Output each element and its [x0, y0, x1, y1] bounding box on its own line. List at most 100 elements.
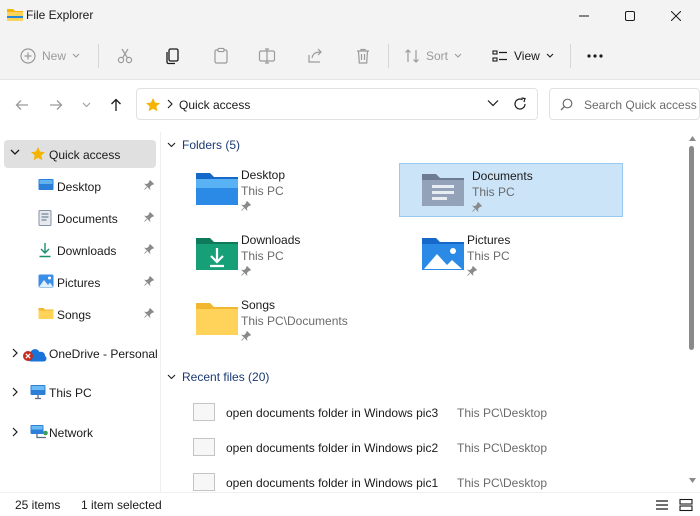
- recent-file-location: This PC\Desktop: [457, 441, 548, 455]
- search-box[interactable]: [549, 88, 700, 120]
- divider: [388, 44, 389, 68]
- clipboard-icon: [214, 47, 228, 64]
- rename-button[interactable]: [258, 42, 276, 70]
- file-explorer-app-icon: [7, 9, 23, 21]
- folder-name: Downloads: [241, 233, 301, 247]
- nav-item-label: Pictures: [57, 276, 101, 290]
- documents-icon: [38, 210, 52, 226]
- nav-item-documents[interactable]: Documents: [4, 204, 156, 232]
- view-button[interactable]: View: [492, 42, 554, 70]
- trash-icon: [357, 48, 369, 64]
- folder-name: Desktop: [241, 168, 286, 182]
- search-input[interactable]: [584, 95, 699, 115]
- breadcrumb-quick-access[interactable]: Quick access: [179, 98, 250, 112]
- cut-button[interactable]: [116, 42, 134, 70]
- maximize-icon: [625, 11, 635, 21]
- new-label: New: [42, 49, 67, 63]
- pin-icon: [241, 266, 251, 276]
- scrollbar-thumb[interactable]: [689, 146, 694, 350]
- copy-icon: [166, 48, 179, 65]
- folder-tile-songs[interactable]: Songs This PC\Documents: [187, 293, 417, 347]
- nav-item-songs[interactable]: Songs: [4, 300, 156, 328]
- nav-item-label: Documents: [57, 212, 118, 226]
- sort-icon: [405, 49, 419, 63]
- recent-file-name: open documents folder in Windows pic2: [226, 441, 439, 455]
- share-button[interactable]: [306, 42, 324, 70]
- pin-icon: [241, 331, 251, 341]
- recent-files-group-header[interactable]: Recent files (20): [167, 370, 269, 384]
- search-icon: [560, 98, 573, 111]
- nav-item-quick-access[interactable]: Quick access: [4, 140, 156, 168]
- pictures-folder-icon: [422, 238, 464, 270]
- chevron-down-icon: [167, 374, 176, 380]
- nav-item-this-pc[interactable]: This PC: [4, 378, 156, 406]
- tiles-view-icon[interactable]: [678, 497, 694, 513]
- nav-item-label: This PC: [49, 386, 92, 400]
- pin-icon: [144, 212, 154, 222]
- recent-file-row[interactable]: open documents folder in Windows pic3 Th…: [187, 398, 657, 428]
- folders-group-header[interactable]: Folders (5): [167, 138, 240, 152]
- chevron-right-icon[interactable]: [12, 387, 18, 397]
- forward-button[interactable]: [46, 95, 66, 115]
- see-more-button[interactable]: [586, 42, 604, 70]
- folder-tile-downloads[interactable]: Downloads This PC: [187, 228, 411, 282]
- folder-tile-pictures[interactable]: Pictures This PC: [413, 228, 637, 282]
- scroll-down-arrow-icon[interactable]: [689, 478, 696, 483]
- folder-name: Songs: [241, 298, 276, 312]
- nav-item-desktop[interactable]: Desktop: [4, 172, 156, 200]
- sort-button[interactable]: Sort: [404, 42, 462, 70]
- close-button[interactable]: [653, 0, 699, 32]
- view-icon: [492, 50, 507, 62]
- back-button[interactable]: [12, 95, 32, 115]
- command-bar: New Sort View: [0, 32, 700, 80]
- nav-item-label: Songs: [57, 308, 92, 322]
- recent-files-group-title: Recent files (20): [182, 370, 270, 384]
- navigation-pane: Quick access Desktop Documents Downloads…: [0, 132, 160, 492]
- address-bar[interactable]: Quick access: [136, 88, 538, 120]
- folder-location: This PC: [467, 249, 510, 263]
- folder-tile-desktop[interactable]: Desktop This PC: [187, 163, 411, 217]
- chevron-down-icon[interactable]: [10, 149, 20, 156]
- chevron-right-icon[interactable]: [12, 348, 18, 358]
- address-dropdown-icon[interactable]: [487, 99, 499, 107]
- nav-item-network[interactable]: Network: [4, 418, 156, 446]
- star-icon: [31, 147, 45, 161]
- nav-item-label: Desktop: [57, 180, 102, 194]
- details-view-icon[interactable]: [654, 497, 670, 513]
- folders-group-title: Folders (5): [182, 138, 241, 152]
- recent-locations-button[interactable]: [76, 95, 96, 115]
- pin-icon: [144, 244, 154, 254]
- nav-item-onedrive[interactable]: OneDrive - Personal: [4, 339, 158, 367]
- chevron-down-icon: [454, 53, 462, 58]
- paste-button[interactable]: [212, 42, 230, 70]
- vertical-scrollbar[interactable]: [685, 132, 700, 492]
- nav-item-label: OneDrive - Personal: [49, 347, 158, 361]
- nav-item-downloads[interactable]: Downloads: [4, 236, 156, 264]
- maximize-button[interactable]: [607, 0, 653, 32]
- star-icon: [146, 98, 160, 112]
- folder-name: Documents: [472, 169, 533, 183]
- recent-file-row[interactable]: open documents folder in Windows pic2 Th…: [187, 433, 657, 463]
- delete-button[interactable]: [354, 42, 372, 70]
- title-bar: File Explorer: [0, 0, 700, 32]
- recent-file-location: This PC\Desktop: [457, 476, 548, 490]
- folder-location: This PC\Documents: [241, 314, 348, 328]
- plus-circle-icon: [20, 48, 36, 64]
- nav-item-pictures[interactable]: Pictures: [4, 268, 156, 296]
- refresh-icon[interactable]: [513, 97, 527, 111]
- folder-location: This PC: [241, 249, 284, 263]
- chevron-down-icon: [546, 53, 554, 58]
- chevron-right-icon: [167, 99, 173, 109]
- window-title: File Explorer: [26, 8, 94, 22]
- chevron-right-icon[interactable]: [12, 427, 18, 437]
- new-button[interactable]: New: [20, 42, 80, 70]
- minimize-button[interactable]: [561, 0, 607, 32]
- item-count: 25 items: [15, 498, 61, 512]
- folder-tile-documents[interactable]: Documents This PC: [399, 163, 623, 217]
- copy-button[interactable]: [164, 42, 182, 70]
- up-button[interactable]: [106, 95, 126, 115]
- network-icon: [30, 425, 48, 439]
- folder-icon: [38, 308, 54, 319]
- scroll-up-arrow-icon[interactable]: [689, 136, 696, 141]
- recent-file-name: open documents folder in Windows pic3: [226, 406, 439, 420]
